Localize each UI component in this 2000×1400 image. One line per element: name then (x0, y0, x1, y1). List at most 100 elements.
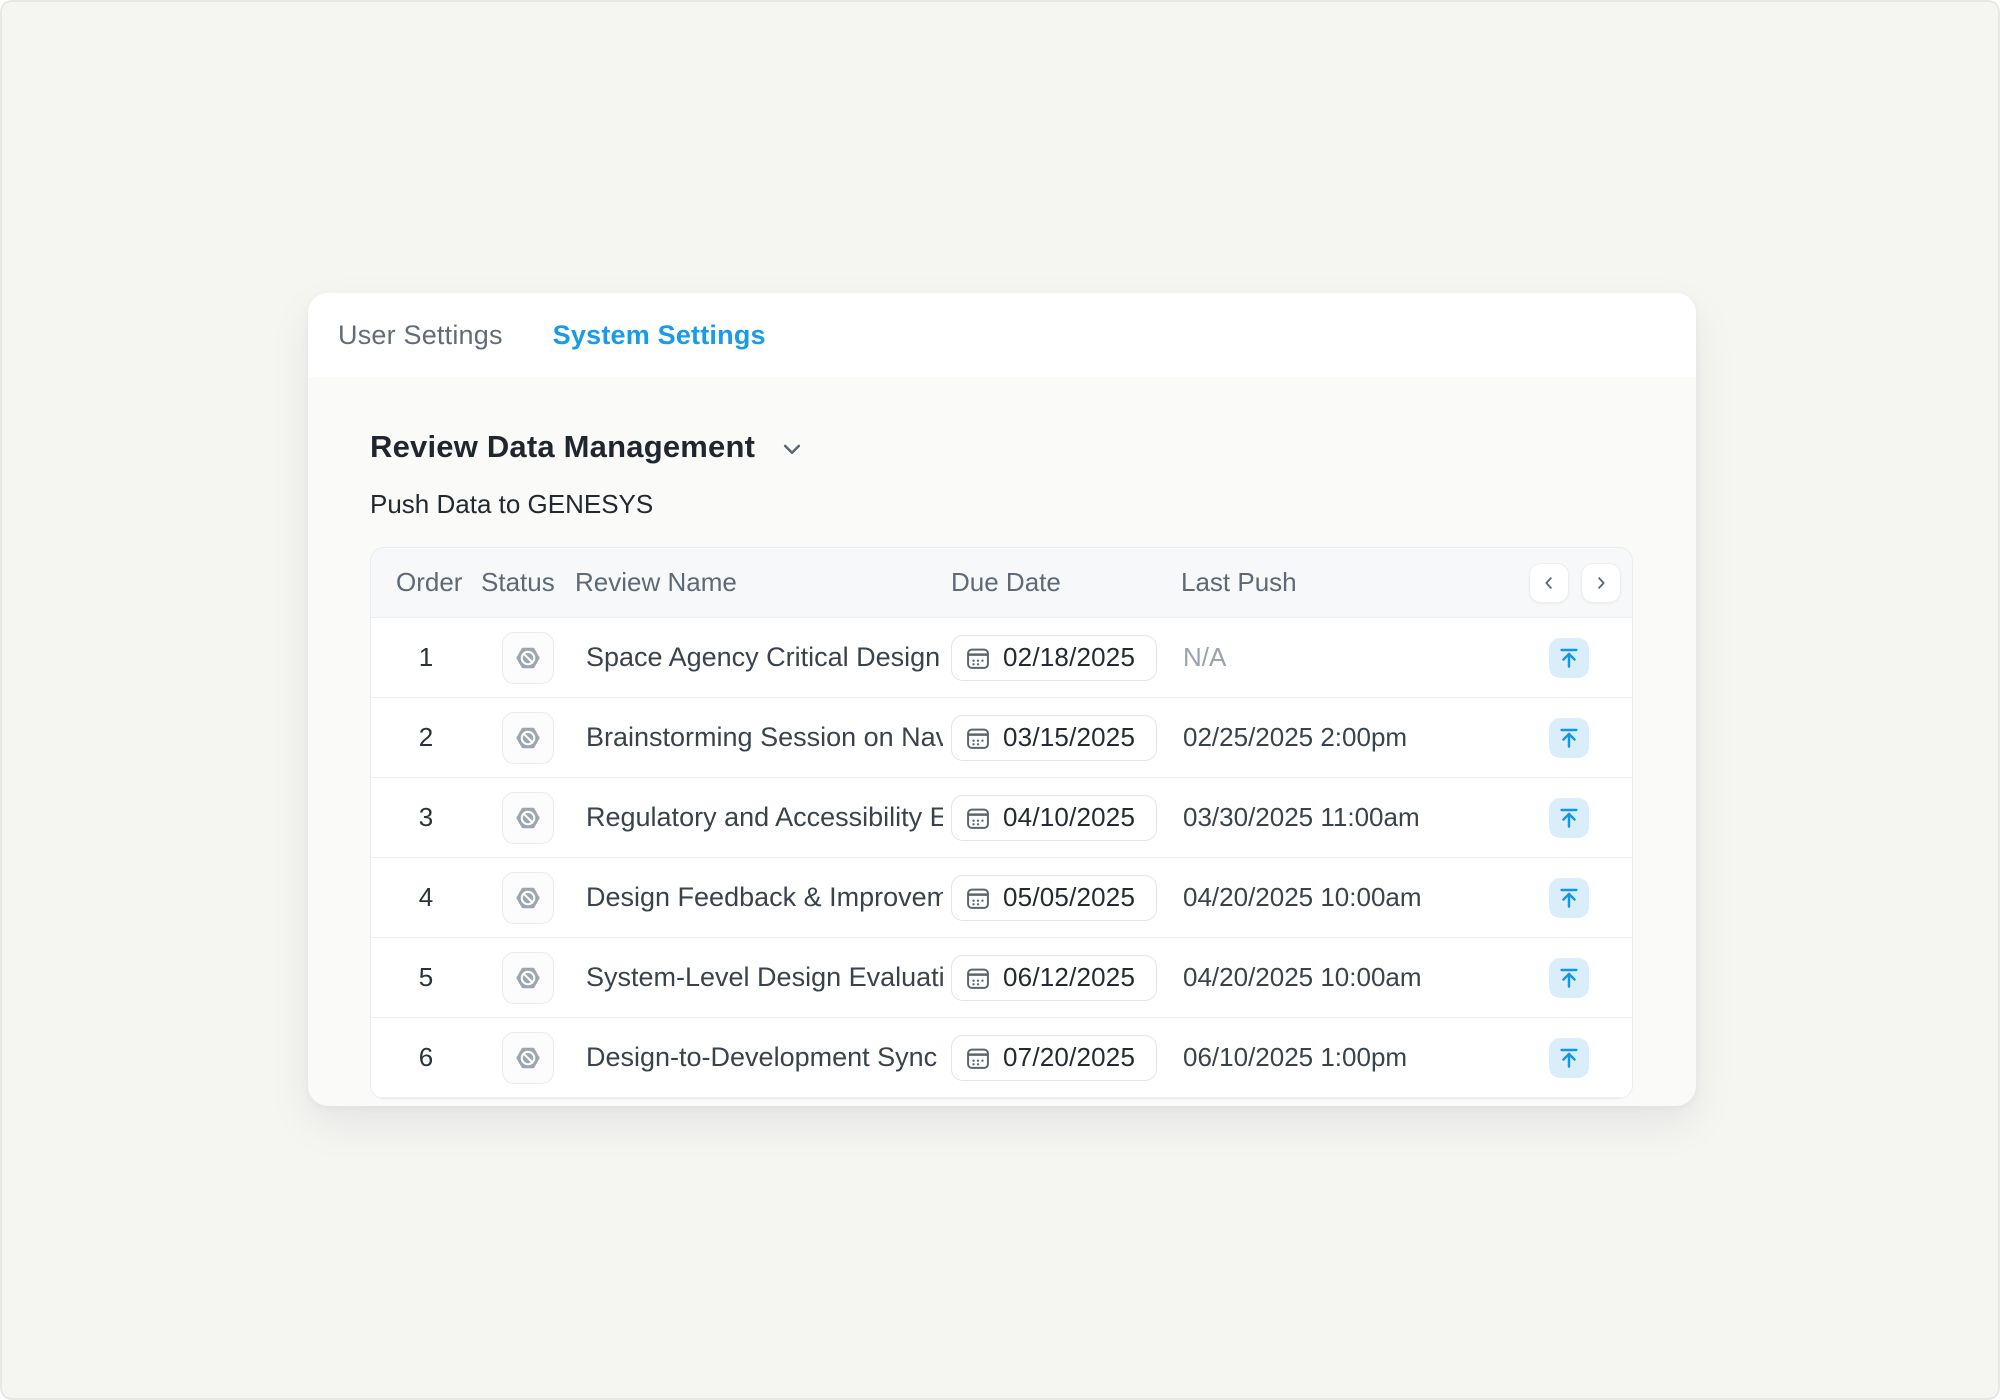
status-badge (502, 792, 554, 844)
pagination (1529, 548, 1621, 617)
col-header-review-name: Review Name (575, 567, 943, 598)
due-date-cell: 03/15/2025 (943, 715, 1173, 761)
table-row: 5 System-Level Design Evaluati… (371, 938, 1632, 1018)
push-cell (1523, 1038, 1632, 1078)
push-up-icon (1556, 885, 1582, 911)
push-up-icon (1556, 725, 1582, 751)
due-date-input[interactable]: 03/15/2025 (951, 715, 1157, 761)
order-cell: 6 (371, 1042, 481, 1073)
due-date-value: 02/18/2025 (1003, 642, 1135, 673)
status-badge (502, 872, 554, 924)
push-button[interactable] (1549, 798, 1589, 838)
last-push-cell: 02/25/2025 2:00pm (1173, 722, 1523, 753)
col-header-order: Order (371, 567, 481, 598)
tab-user-settings[interactable]: User Settings (338, 320, 503, 351)
due-date-input[interactable]: 02/18/2025 (951, 635, 1157, 681)
push-button[interactable] (1549, 638, 1589, 678)
review-name-cell: Design-to-Development Sync (575, 1042, 943, 1073)
tab-bar: User Settings System Settings (308, 293, 1696, 377)
due-date-cell: 05/05/2025 (943, 875, 1173, 921)
status-cell (481, 632, 575, 684)
push-cell (1523, 958, 1632, 998)
calendar-icon (964, 884, 992, 912)
table-row: 3 Regulatory and Accessibility E… (371, 778, 1632, 858)
push-up-icon (1556, 1045, 1582, 1071)
review-name-cell: Design Feedback & Improvem… (575, 882, 943, 913)
calendar-icon (964, 1044, 992, 1072)
table-header: Order Status Review Name Due Date Last P… (371, 548, 1632, 618)
due-date-value: 07/20/2025 (1003, 1042, 1135, 1073)
blocked-icon (513, 883, 543, 913)
push-cell (1523, 638, 1632, 678)
review-table: Order Status Review Name Due Date Last P… (370, 547, 1633, 1099)
status-badge (502, 1032, 554, 1084)
due-date-value: 06/12/2025 (1003, 962, 1135, 993)
section-subtitle: Push Data to GENESYS (370, 489, 1634, 520)
order-cell: 1 (371, 642, 481, 673)
push-button[interactable] (1549, 878, 1589, 918)
due-date-value: 04/10/2025 (1003, 802, 1135, 833)
push-up-icon (1556, 805, 1582, 831)
chevron-right-icon (1592, 574, 1610, 592)
due-date-input[interactable]: 07/20/2025 (951, 1035, 1157, 1081)
last-push-cell: N/A (1173, 642, 1523, 673)
order-cell: 5 (371, 962, 481, 993)
prev-page-button[interactable] (1529, 563, 1569, 603)
due-date-input[interactable]: 05/05/2025 (951, 875, 1157, 921)
due-date-value: 03/15/2025 (1003, 722, 1135, 753)
chevron-down-icon[interactable] (777, 434, 807, 464)
table-row: 6 Design-to-Development Sync (371, 1018, 1632, 1098)
col-header-due-date: Due Date (943, 567, 1173, 598)
blocked-icon (513, 643, 543, 673)
calendar-icon (964, 964, 992, 992)
status-badge (502, 952, 554, 1004)
push-button[interactable] (1549, 1038, 1589, 1078)
status-badge (502, 632, 554, 684)
table-body: 1 Space Agency Critical Design… (371, 618, 1632, 1098)
status-cell (481, 952, 575, 1004)
col-header-last-push: Last Push (1173, 567, 1523, 598)
push-cell (1523, 718, 1632, 758)
calendar-icon (964, 724, 992, 752)
card-body: Review Data Management Push Data to GENE… (308, 377, 1696, 1099)
table-row: 4 Design Feedback & Improvem… (371, 858, 1632, 938)
blocked-icon (513, 803, 543, 833)
status-cell (481, 792, 575, 844)
status-cell (481, 872, 575, 924)
chevron-left-icon (1540, 574, 1558, 592)
push-cell (1523, 878, 1632, 918)
last-push-cell: 04/20/2025 10:00am (1173, 962, 1523, 993)
push-button[interactable] (1549, 718, 1589, 758)
status-badge (502, 712, 554, 764)
status-cell (481, 712, 575, 764)
order-cell: 2 (371, 722, 481, 753)
last-push-cell: 04/20/2025 10:00am (1173, 882, 1523, 913)
blocked-icon (513, 1043, 543, 1073)
order-cell: 3 (371, 802, 481, 833)
table-row: 1 Space Agency Critical Design… (371, 618, 1632, 698)
due-date-input[interactable]: 06/12/2025 (951, 955, 1157, 1001)
page-background: User Settings System Settings Review Dat… (0, 0, 2000, 1400)
review-name-cell: Brainstorming Session on Navi… (575, 722, 943, 753)
review-name-cell: Regulatory and Accessibility E… (575, 802, 943, 833)
page-title: Review Data Management (370, 429, 755, 465)
due-date-cell: 04/10/2025 (943, 795, 1173, 841)
due-date-input[interactable]: 04/10/2025 (951, 795, 1157, 841)
status-cell (481, 1032, 575, 1084)
last-push-cell: 06/10/2025 1:00pm (1173, 1042, 1523, 1073)
push-button[interactable] (1549, 958, 1589, 998)
next-page-button[interactable] (1581, 563, 1621, 603)
settings-card: User Settings System Settings Review Dat… (308, 293, 1696, 1106)
calendar-icon (964, 804, 992, 832)
tab-system-settings[interactable]: System Settings (553, 320, 766, 351)
due-date-value: 05/05/2025 (1003, 882, 1135, 913)
due-date-cell: 02/18/2025 (943, 635, 1173, 681)
blocked-icon (513, 723, 543, 753)
title-row: Review Data Management (370, 429, 1634, 465)
push-up-icon (1556, 645, 1582, 671)
order-cell: 4 (371, 882, 481, 913)
review-name-cell: Space Agency Critical Design… (575, 642, 943, 673)
review-name-cell: System-Level Design Evaluati… (575, 962, 943, 993)
last-push-cell: 03/30/2025 11:00am (1173, 802, 1523, 833)
push-up-icon (1556, 965, 1582, 991)
